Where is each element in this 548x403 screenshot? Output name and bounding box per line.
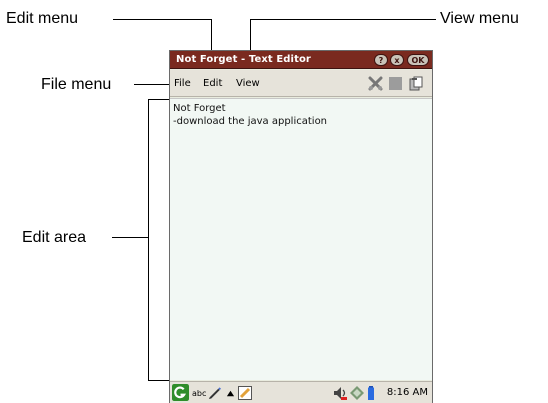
- speaker-icon[interactable]: [333, 386, 347, 400]
- edit-area[interactable]: Not Forget -download the java applicatio…: [170, 98, 432, 380]
- keyboard-icon[interactable]: [238, 386, 252, 400]
- device-screen: Not Forget - Text Editor ? x OK File Edi…: [169, 50, 433, 403]
- file-menu-callout: File menu: [41, 76, 112, 93]
- close-button[interactable]: x: [390, 54, 404, 66]
- clock: 8:16 AM: [386, 387, 428, 398]
- copy-icon[interactable]: [388, 76, 403, 91]
- taskbar: abc 8:16 AM: [170, 381, 432, 403]
- menu-file[interactable]: File: [174, 78, 191, 89]
- edit-area-bracket-top: [148, 99, 170, 100]
- view-menu-leader-h: [250, 19, 436, 20]
- edit-menu-leader-h: [113, 19, 211, 20]
- menu-view[interactable]: View: [236, 78, 260, 89]
- ok-button[interactable]: OK: [407, 54, 429, 66]
- battery-icon: [368, 386, 374, 400]
- title-bar: Not Forget - Text Editor ? x OK: [170, 51, 432, 69]
- menu-edit[interactable]: Edit: [203, 78, 222, 89]
- edit-area-bracket-v: [148, 99, 149, 380]
- edit-menu-callout: Edit menu: [6, 10, 79, 27]
- menu-bar: File Edit View: [170, 70, 432, 97]
- file-menu-leader: [134, 84, 173, 85]
- network-icon[interactable]: [350, 386, 364, 400]
- start-icon[interactable]: [172, 384, 189, 401]
- edit-area-bracket-bottom: [148, 380, 170, 381]
- up-arrow-icon[interactable]: [226, 389, 235, 398]
- input-mode-label[interactable]: abc: [192, 389, 206, 398]
- edit-area-leader-h: [112, 237, 148, 238]
- view-menu-callout: View menu: [440, 10, 519, 27]
- help-button[interactable]: ?: [374, 54, 388, 66]
- pen-icon[interactable]: [208, 386, 221, 399]
- edit-area-callout: Edit area: [22, 229, 87, 246]
- doc-line: -download the java application: [173, 116, 328, 127]
- window-title: Not Forget - Text Editor: [176, 54, 311, 65]
- cut-icon[interactable]: [368, 76, 383, 91]
- doc-line: Not Forget: [173, 103, 226, 114]
- paste-icon[interactable]: [408, 76, 423, 91]
